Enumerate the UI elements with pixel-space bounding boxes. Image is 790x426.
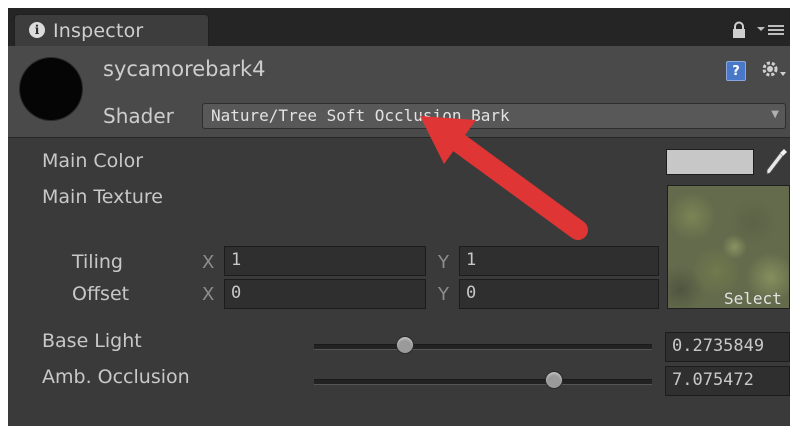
- info-icon: i: [29, 22, 45, 38]
- material-name: sycamorebark4: [103, 57, 266, 81]
- inspector-window: i Inspector sycamorebark4 ? Shader Natur…: [8, 8, 790, 426]
- gear-icon[interactable]: [760, 59, 788, 81]
- base-light-slider-thumb[interactable]: [396, 336, 415, 354]
- eyedropper-icon[interactable]: [763, 147, 789, 177]
- main-texture-label: Main Texture: [42, 186, 163, 208]
- tiling-label: Tiling: [72, 251, 123, 273]
- tiling-x-field[interactable]: 1: [224, 246, 426, 276]
- shader-value: Nature/Tree Soft Occlusion Bark: [211, 106, 510, 125]
- tiling-y-field[interactable]: 1: [459, 246, 659, 276]
- amb-occlusion-field[interactable]: 7.075472: [665, 366, 790, 396]
- tiling-y-axis-label: Y: [438, 252, 449, 273]
- main-color-label: Main Color: [42, 150, 144, 172]
- main-color-swatch[interactable]: [666, 149, 754, 175]
- material-header: sycamorebark4 ? Shader Nature/Tree Soft …: [8, 46, 790, 138]
- base-light-field[interactable]: 0.2735849: [665, 332, 790, 362]
- texture-select-button[interactable]: Select: [724, 289, 790, 309]
- shader-label: Shader: [103, 104, 174, 128]
- offset-x-field[interactable]: 0: [224, 279, 426, 309]
- base-light-label: Base Light: [42, 330, 142, 352]
- lock-icon[interactable]: [730, 21, 748, 39]
- tab-inspector[interactable]: i Inspector: [14, 14, 209, 46]
- amb-occlusion-slider-track[interactable]: [314, 379, 652, 385]
- offset-y-field[interactable]: 0: [459, 279, 659, 309]
- shader-dropdown[interactable]: Nature/Tree Soft Occlusion Bark ▼: [202, 103, 786, 129]
- amb-occlusion-label: Amb. Occlusion: [42, 366, 190, 388]
- tab-menu-icon[interactable]: [756, 22, 786, 38]
- offset-y-axis-label: Y: [438, 284, 449, 305]
- tab-label: Inspector: [53, 20, 144, 42]
- amb-occlusion-slider-thumb[interactable]: [544, 371, 563, 389]
- material-preview-ball: [20, 58, 82, 120]
- dropdown-arrow-icon: ▼: [771, 109, 779, 120]
- help-icon[interactable]: ?: [726, 61, 746, 81]
- tab-bar: i Inspector: [8, 8, 790, 46]
- tiling-x-axis-label: X: [202, 252, 215, 273]
- base-light-slider-track[interactable]: [314, 344, 652, 350]
- offset-label: Offset: [72, 283, 130, 305]
- offset-x-axis-label: X: [202, 284, 215, 305]
